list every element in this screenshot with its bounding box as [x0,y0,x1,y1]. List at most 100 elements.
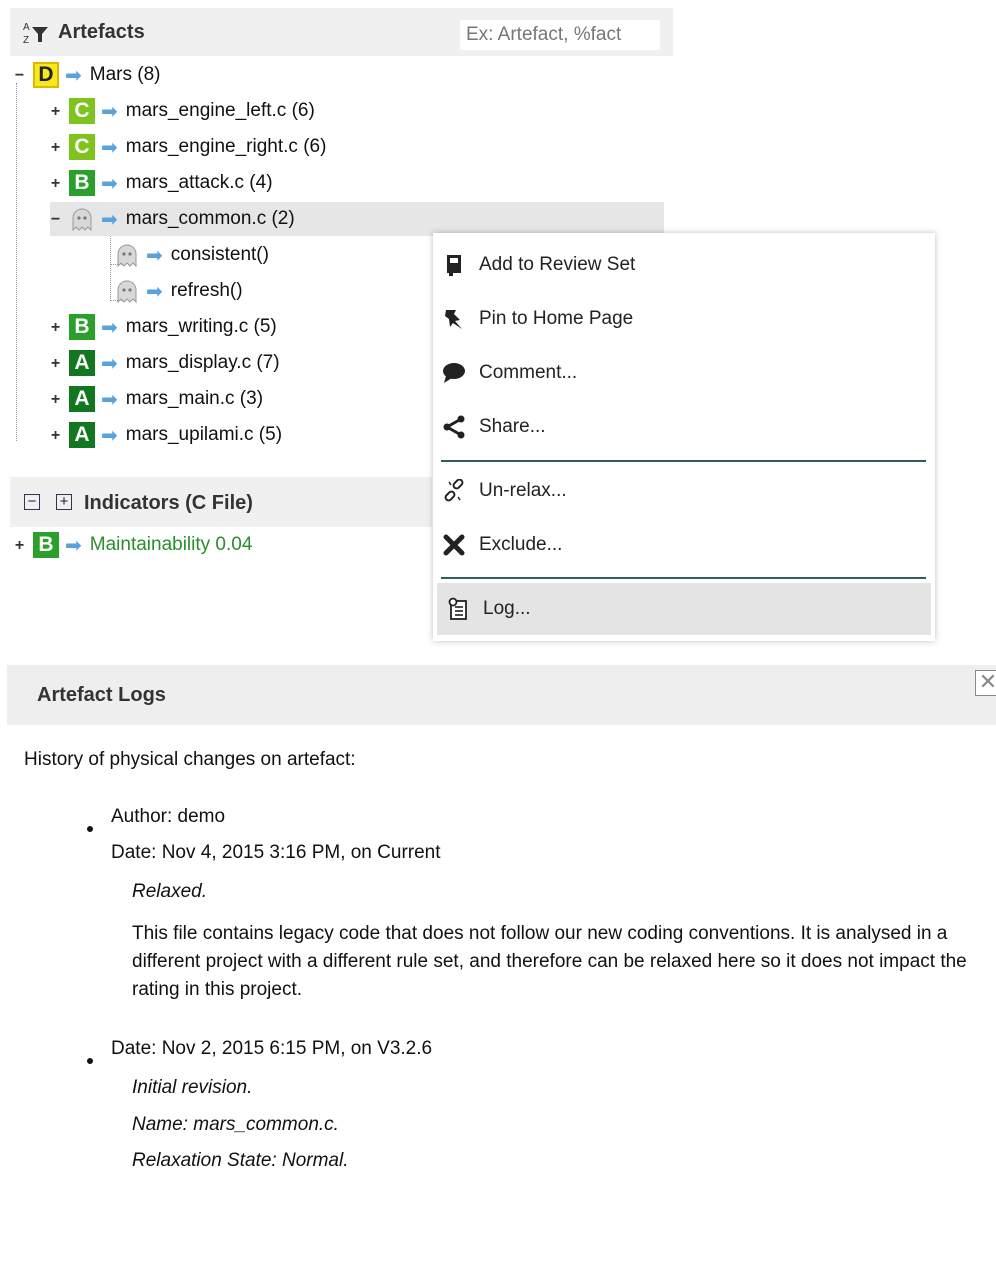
expand-toggle[interactable]: + [50,175,61,191]
tree-item-refresh[interactable]: ➡ refresh() [114,274,243,308]
log-relaxation-state: Relaxation State: Normal. [132,1150,349,1171]
log-state: Relaxed. [132,881,207,902]
arrow-right-icon: ➡ [101,352,118,375]
tree-item-label: mars_engine_left.c (6) [125,100,315,121]
menu-separator [441,460,926,462]
tree-item-label: mars_upilami.c (5) [125,424,283,445]
share-icon [441,414,467,440]
tree-item-mars-engine-right[interactable]: + C ➡ mars_engine_right.c (6) [50,130,326,164]
arrow-right-icon: ➡ [65,534,82,557]
expand-toggle[interactable]: + [50,427,61,443]
artefacts-header: A Z Artefacts [10,8,673,56]
tree-item-mars-writing[interactable]: + B ➡ mars_writing.c (5) [50,310,277,344]
rating-badge: B [33,532,59,558]
svg-text:A: A [23,22,30,33]
sort-filter-icon[interactable]: A Z [22,20,50,46]
rating-badge: A [69,350,95,376]
menu-item-share[interactable]: Share... [433,401,929,453]
arrow-right-icon: ➡ [101,172,118,195]
bullet-icon [87,1058,93,1064]
log-revision: Initial revision. [132,1077,253,1098]
tree-item-mars-attack[interactable]: + B ➡ mars_attack.c (4) [50,166,273,200]
menu-item-label: Share... [479,416,546,437]
artefacts-title: Artefacts [58,21,145,43]
tree-item-mars-upilami[interactable]: + A ➡ mars_upilami.c (5) [50,418,282,452]
tree-item-mars-display[interactable]: + A ➡ mars_display.c (7) [50,346,280,380]
logs-dialog-title: Artefact Logs [37,684,166,706]
menu-item-label: Comment... [479,362,578,383]
rating-badge: C [69,134,95,160]
menu-item-exclude[interactable]: Exclude... [433,519,929,571]
arrow-right-icon: ➡ [146,244,163,267]
log-author: Author: demo [111,806,226,827]
comment-icon [441,360,467,386]
ghost-icon [117,280,137,304]
rating-badge: B [69,170,95,196]
expand-all-icon[interactable]: + [56,494,72,510]
pin-icon [441,306,467,332]
tree-item-consistent[interactable]: ➡ consistent() [114,238,269,272]
collapse-toggle[interactable]: − [50,211,61,227]
menu-item-log[interactable]: Log... [437,583,931,635]
menu-item-un-relax[interactable]: Un-relax... [433,465,929,517]
menu-item-comment[interactable]: Comment... [433,347,929,399]
expand-toggle[interactable]: + [50,355,61,371]
rating-badge: C [69,98,95,124]
arrow-right-icon: ➡ [101,316,118,339]
menu-item-label: Un-relax... [479,480,567,501]
context-menu: Add to Review Set Pin to Home Page Comme… [433,233,935,641]
expand-toggle[interactable]: + [50,319,61,335]
tree-item-label: mars_display.c (7) [125,352,280,373]
tree-item-mars-main[interactable]: + A ➡ mars_main.c (3) [50,382,263,416]
log-name: Name: mars_common.c. [132,1114,339,1135]
arrow-right-icon: ➡ [101,388,118,411]
svg-text:Z: Z [23,35,29,46]
rating-badge: A [69,386,95,412]
tree-item-label: Mars (8) [89,64,161,85]
rating-badge: A [69,422,95,448]
arrow-right-icon: ➡ [101,136,118,159]
menu-item-pin-to-home-page[interactable]: Pin to Home Page [433,293,929,345]
tree-item-label: mars_engine_right.c (6) [125,136,327,157]
indicator-label: Maintainability 0.04 [89,534,253,555]
tree-item-label: mars_attack.c (4) [125,172,273,193]
expand-toggle[interactable]: + [50,391,61,407]
arrow-right-icon: ➡ [101,208,118,231]
log-date: Date: Nov 2, 2015 6:15 PM, on V3.2.6 [111,1038,433,1059]
tree-item-label: consistent() [170,244,269,265]
indicator-maintainability[interactable]: + B ➡ Maintainability 0.04 [14,528,252,562]
collapse-toggle[interactable]: − [14,67,25,83]
artefact-search-input[interactable] [460,20,660,50]
close-icon[interactable]: ✕ [975,670,996,696]
log-description: This file contains legacy code that does… [132,923,967,1000]
expand-toggle[interactable]: + [14,537,25,553]
logs-intro: History of physical changes on artefact: [24,749,356,770]
tree-item-mars-common[interactable]: − ➡ mars_common.c (2) [50,202,664,236]
review-set-icon [441,252,467,278]
tree-item-mars-engine-left[interactable]: + C ➡ mars_engine_left.c (6) [50,94,315,128]
tree-line [110,233,111,301]
menu-separator [441,577,926,579]
logs-dialog-header: Artefact Logs ✕ [7,665,996,725]
menu-item-label: Log... [483,598,531,619]
indicators-header: − + Indicators (C File) [10,477,432,527]
menu-item-label: Add to Review Set [479,254,636,275]
menu-item-label: Exclude... [479,534,563,555]
expand-toggle[interactable]: + [50,103,61,119]
tree-item-label: refresh() [170,280,243,301]
collapse-all-icon[interactable]: − [24,494,40,510]
tree-item-label: mars_common.c (2) [125,208,295,229]
log-icon [445,596,471,622]
arrow-right-icon: ➡ [101,100,118,123]
bullet-icon [87,826,93,832]
arrow-right-icon: ➡ [65,64,82,87]
tree-line [16,83,17,441]
tree-item-mars[interactable]: − D ➡ Mars (8) [14,58,161,92]
ghost-icon [72,208,92,232]
unlink-icon [441,478,467,504]
menu-item-add-to-review-set[interactable]: Add to Review Set [433,239,929,291]
expand-toggle[interactable]: + [50,139,61,155]
rating-badge: D [33,62,59,88]
arrow-right-icon: ➡ [146,280,163,303]
menu-item-label: Pin to Home Page [479,308,634,329]
